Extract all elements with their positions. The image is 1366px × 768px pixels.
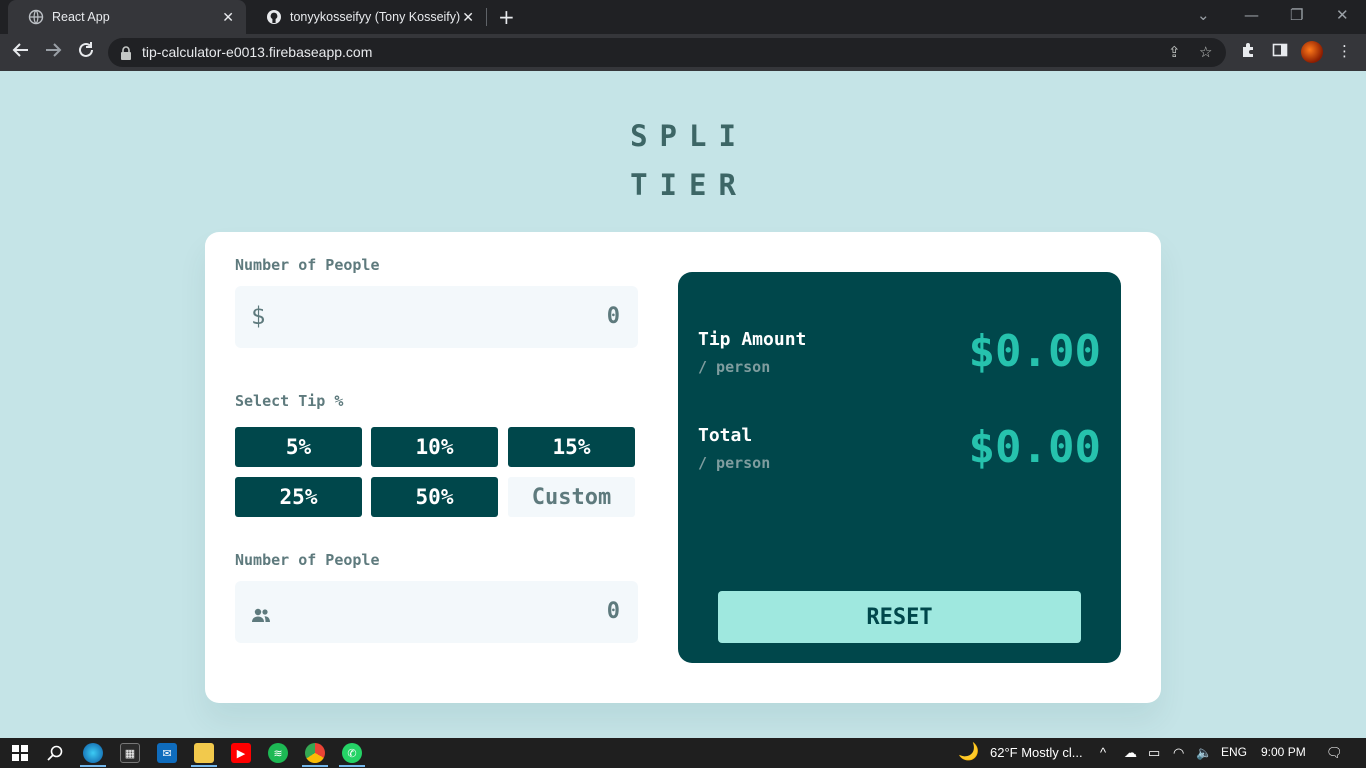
weather-icon[interactable]: 🌙 xyxy=(958,742,979,762)
active-app-indicator xyxy=(339,765,365,767)
custom-tip-input[interactable]: Custom xyxy=(508,477,635,517)
new-tab-icon[interactable]: + xyxy=(498,5,515,29)
bookmark-star-icon[interactable]: ☆ xyxy=(1199,43,1212,61)
people-input[interactable] xyxy=(420,599,620,624)
calculator-card: Number of People $ Select Tip % 5% 10% 1… xyxy=(205,232,1161,703)
tip-50-button[interactable]: 50% xyxy=(371,477,498,517)
minimize-icon[interactable]: — xyxy=(1244,6,1259,24)
bill-label: Number of People xyxy=(235,256,380,274)
total-sub: / person xyxy=(698,454,771,472)
volume-icon[interactable]: 🔈 xyxy=(1196,745,1212,761)
close-tab-icon[interactable]: ✕ xyxy=(222,9,234,26)
bill-input-box[interactable]: $ xyxy=(235,286,638,348)
taskbar: ▦ ✉ ▶ ≋ ✆ 🌙 62°F Mostly cl... ^ ☁ ▭ ◠ 🔈 … xyxy=(0,738,1366,768)
menu-kebab-icon[interactable]: ⋮ xyxy=(1337,42,1352,60)
forward-icon[interactable] xyxy=(44,41,62,64)
tab-react-app[interactable]: React App ✕ xyxy=(8,0,246,34)
restore-icon[interactable]: ❐ xyxy=(1290,6,1303,24)
close-tab-icon[interactable]: ✕ xyxy=(462,9,474,26)
show-hidden-icons-icon[interactable]: ^ xyxy=(1100,745,1106,760)
whatsapp-icon[interactable]: ✆ xyxy=(342,743,362,763)
address-bar[interactable]: tip-calculator-e0013.firebaseapp.com ⇪ ☆ xyxy=(108,38,1226,67)
total-label: Total xyxy=(698,425,753,446)
side-panel-icon[interactable] xyxy=(1272,42,1288,62)
dollar-icon: $ xyxy=(251,302,266,330)
people-icon xyxy=(251,601,271,629)
reset-button[interactable]: RESET xyxy=(718,591,1081,643)
windows-start-icon[interactable] xyxy=(10,743,30,763)
tip-label: Select Tip % xyxy=(235,392,344,410)
back-icon[interactable] xyxy=(12,41,30,64)
url-text[interactable]: tip-calculator-e0013.firebaseapp.com xyxy=(142,44,372,60)
spotify-icon[interactable]: ≋ xyxy=(268,743,288,763)
edge-icon[interactable] xyxy=(83,743,103,763)
search-icon[interactable] xyxy=(45,743,65,763)
people-input-box[interactable] xyxy=(235,581,638,643)
chrome-icon[interactable] xyxy=(305,743,325,763)
active-app-indicator xyxy=(302,765,328,767)
tip-amount-sub: / person xyxy=(698,358,771,376)
active-app-indicator xyxy=(191,765,217,767)
logo-line-2: TIER xyxy=(630,168,748,202)
logo-line-1: SPLI xyxy=(630,119,748,153)
language-indicator[interactable]: ENG xyxy=(1221,745,1247,759)
tip-15-button[interactable]: 15% xyxy=(508,427,635,467)
close-window-icon[interactable]: ✕ xyxy=(1336,6,1349,24)
result-panel: Tip Amount / person $0.00 Total / person… xyxy=(678,272,1121,663)
file-explorer-icon[interactable] xyxy=(194,743,214,763)
battery-icon[interactable]: ▭ xyxy=(1148,745,1160,761)
tab-title: React App xyxy=(52,10,110,24)
globe-icon xyxy=(28,9,44,25)
extensions-icon[interactable] xyxy=(1240,42,1256,62)
tip-10-button[interactable]: 10% xyxy=(371,427,498,467)
bill-input[interactable] xyxy=(420,304,620,329)
app-logo: SPLI TIER xyxy=(0,112,1366,210)
tab-separator xyxy=(486,8,487,26)
share-icon[interactable]: ⇪ xyxy=(1168,43,1181,61)
store-icon[interactable]: ▦ xyxy=(120,743,140,763)
people-label: Number of People xyxy=(235,551,380,569)
tip-amount-value: $0.00 xyxy=(968,326,1101,377)
lock-icon[interactable] xyxy=(120,45,132,64)
active-app-indicator xyxy=(80,765,106,767)
github-icon xyxy=(266,9,282,25)
wifi-icon[interactable]: ◠ xyxy=(1173,745,1184,761)
tab-title: tonyykosseifyy (Tony Kosseify) xyxy=(290,10,461,24)
weather-text[interactable]: 62°F Mostly cl... xyxy=(990,745,1083,760)
browser-toolbar: tip-calculator-e0013.firebaseapp.com ⇪ ☆… xyxy=(0,34,1366,71)
notifications-icon[interactable]: 🗨 xyxy=(1326,745,1343,761)
mail-icon[interactable]: ✉ xyxy=(157,743,177,763)
browser-tabbar: React App ✕ tonyykosseifyy (Tony Kosseif… xyxy=(0,0,1366,34)
tab-github[interactable]: tonyykosseifyy (Tony Kosseify) ✕ xyxy=(246,0,486,34)
clock[interactable]: 9:00 PM xyxy=(1261,745,1306,759)
tip-5-button[interactable]: 5% xyxy=(235,427,362,467)
reload-icon[interactable] xyxy=(77,41,95,64)
total-value: $0.00 xyxy=(968,422,1101,473)
youtube-icon[interactable]: ▶ xyxy=(231,743,251,763)
profile-avatar[interactable] xyxy=(1301,41,1323,63)
tip-25-button[interactable]: 25% xyxy=(235,477,362,517)
tip-amount-label: Tip Amount xyxy=(698,329,807,350)
tab-search-icon[interactable]: ⌄ xyxy=(1197,6,1210,24)
cloud-sync-icon[interactable]: ☁ xyxy=(1124,745,1137,761)
